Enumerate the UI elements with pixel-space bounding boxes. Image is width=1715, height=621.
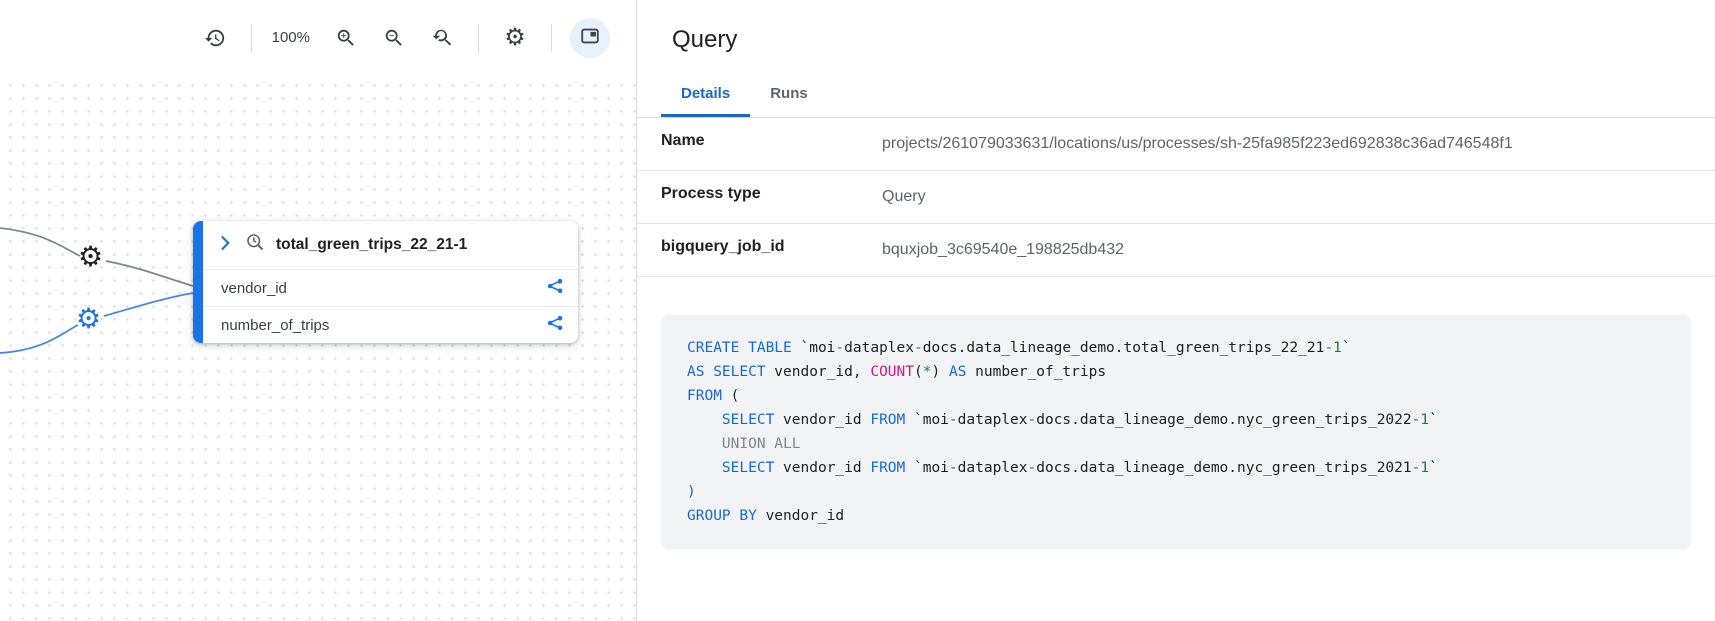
toolbar-separator [251,24,252,52]
toolbar-separator [551,24,552,52]
zoom-out-button[interactable] [376,20,412,56]
tab-runs[interactable]: Runs [750,72,828,117]
detail-label: Process type [661,185,882,203]
detail-value: bquxjob_3c69540e_198825db432 [882,238,1124,262]
sql-query-text: CREATE TABLE `moi-dataplex-docs.data_lin… [687,336,1665,528]
detail-value: projects/261079033631/locations/us/proce… [882,132,1513,156]
history-icon [204,27,226,49]
selected-process-gear-icon[interactable]: ⚙ [76,305,101,333]
panel-title: Query [637,0,1715,72]
lineage-edges [0,75,636,621]
lineage-share-icon[interactable] [546,277,564,299]
detail-row-bigquery-job-id: bigquery_job_id bquxjob_3c69540e_198825d… [637,224,1715,277]
node-header[interactable]: total_green_trips_22_21-1 [203,221,578,269]
node-field-number-of-trips[interactable]: number_of_trips [203,306,578,343]
settings-button[interactable]: ⚙ [497,20,533,56]
side-panel-toggle-icon [579,25,601,50]
history-button[interactable] [197,20,233,56]
zoom-out-icon [383,27,405,49]
field-label: number_of_trips [221,317,329,334]
toolbar-separator [478,24,479,52]
node-accent-bar [193,221,203,343]
detail-label: Name [661,132,882,150]
zoom-reset-icon [431,27,453,49]
expand-chevron-icon[interactable] [215,233,235,258]
lineage-grid[interactable]: ⚙ ⚙ total_green_trips_22_21-1 vendor_id [0,75,636,621]
zoom-level-value: 100% [272,29,310,46]
field-label: vendor_id [221,280,287,297]
zoom-reset-button[interactable] [424,20,460,56]
zoom-in-icon [335,27,357,49]
side-panel-toggle-button[interactable] [570,18,610,58]
detail-value: Query [882,185,926,209]
detail-row-process-type: Process type Query [637,171,1715,224]
lineage-canvas[interactable]: 100% ⚙ [0,0,636,621]
node-field-vendor-id[interactable]: vendor_id [203,269,578,306]
lineage-share-icon[interactable] [546,314,564,336]
canvas-toolbar: 100% ⚙ [0,0,636,75]
lineage-node-total-green-trips[interactable]: total_green_trips_22_21-1 vendor_id numb… [193,221,578,343]
details-panel: Query Details Runs Name projects/2610790… [637,0,1715,621]
gear-icon: ⚙ [504,26,526,50]
tab-details[interactable]: Details [661,72,750,117]
zoom-in-button[interactable] [328,20,364,56]
detail-row-name: Name projects/261079033631/locations/us/… [637,118,1715,171]
process-gear-icon[interactable]: ⚙ [78,243,103,271]
bigquery-table-icon [245,232,266,258]
detail-label: bigquery_job_id [661,238,882,256]
sql-code-block: CREATE TABLE `moi-dataplex-docs.data_lin… [661,315,1691,549]
details-table: Name projects/261079033631/locations/us/… [637,118,1715,277]
node-title: total_green_trips_22_21-1 [276,236,467,254]
panel-tabs: Details Runs [637,72,1715,118]
